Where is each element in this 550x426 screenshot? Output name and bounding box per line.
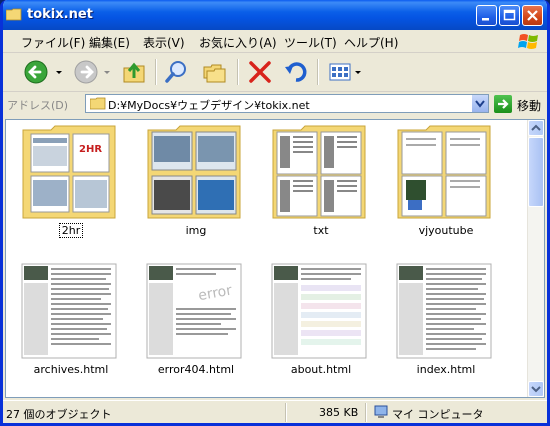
list-item[interactable]: index.html (391, 263, 501, 393)
item-label: archives.html (33, 363, 109, 376)
status-separator (365, 403, 367, 422)
address-input[interactable]: D:¥MyDocs¥ウェブデザイン¥tokix.net (85, 94, 489, 113)
maximize-icon (503, 9, 516, 21)
list-item[interactable]: about.html (266, 263, 376, 393)
forward-button[interactable] (73, 58, 113, 86)
my-computer-icon (374, 405, 388, 418)
status-bar: 27 個のオブジェクト 385 KB マイ コンピュータ (3, 400, 547, 423)
scroll-up-button[interactable] (528, 120, 544, 136)
menu-edit[interactable]: 編集(E) (89, 34, 130, 51)
views-icon[interactable] (327, 58, 365, 86)
menu-favorites[interactable]: お気に入り(A) (199, 34, 277, 51)
title-bar[interactable]: tokix.net (3, 0, 547, 30)
item-label: error404.html (157, 363, 235, 376)
html-thumbnail (21, 263, 117, 359)
chevron-up-icon (531, 124, 541, 131)
list-item[interactable]: error error404.html (141, 263, 251, 393)
item-label: index.html (416, 363, 476, 376)
search-icon[interactable] (163, 58, 191, 86)
menu-view[interactable]: 表示(V) (143, 34, 185, 51)
html-thumbnail (396, 263, 492, 359)
explorer-window: tokix.net ファイル(F) 編集(E) 表示(V) お気に入り(A) ツ… (0, 0, 550, 426)
svg-text:2HR: 2HR (79, 144, 102, 155)
scroll-thumb[interactable] (528, 137, 544, 207)
chevron-down-icon (531, 386, 541, 393)
undo-icon[interactable] (283, 58, 309, 86)
menu-file[interactable]: ファイル(F) (21, 34, 85, 51)
item-label: txt (313, 224, 329, 237)
toolbar-separator (317, 59, 319, 85)
minimize-icon (482, 18, 489, 21)
folder-icon (90, 97, 106, 110)
folder-icon (6, 8, 22, 21)
close-button[interactable] (522, 5, 543, 26)
chevron-down-icon (475, 100, 485, 108)
status-separator (285, 403, 287, 422)
up-folder-icon[interactable] (121, 58, 147, 86)
folder-thumbnail (272, 125, 366, 219)
list-item[interactable]: archives.html (16, 263, 126, 393)
delete-icon[interactable] (247, 58, 273, 86)
window-title: tokix.net (27, 7, 93, 22)
minimize-button[interactable] (476, 5, 497, 26)
windows-logo-icon (517, 32, 541, 52)
list-item[interactable]: img (141, 124, 251, 254)
address-dropdown-button[interactable] (471, 95, 488, 112)
back-button[interactable] (23, 58, 63, 86)
address-bar: アドレス(D) D:¥MyDocs¥ウェブデザイン¥tokix.net 移動 (3, 92, 547, 116)
folders-icon[interactable] (201, 58, 229, 86)
item-label: vjyoutube (418, 224, 474, 237)
location-label: マイ コンピュータ (392, 408, 484, 421)
file-view[interactable]: 2HR 2hr img txt vjyoutube archives.html … (5, 119, 545, 398)
list-item[interactable]: vjyoutube (391, 124, 501, 254)
list-item[interactable]: 2HR 2hr (16, 124, 126, 254)
object-count: 27 個のオブジェクト (6, 408, 112, 421)
menu-help[interactable]: ヘルプ(H) (344, 34, 398, 51)
html-thumbnail (271, 263, 367, 359)
html-thumbnail: error (146, 263, 242, 359)
vertical-scrollbar[interactable] (527, 120, 544, 397)
close-icon (527, 10, 538, 21)
item-label: 2hr (58, 223, 84, 238)
maximize-button[interactable] (499, 5, 520, 26)
toolbar-separator (237, 59, 239, 85)
scroll-down-button[interactable] (528, 381, 544, 397)
menu-tools[interactable]: ツール(T) (284, 34, 337, 51)
address-path: D:¥MyDocs¥ウェブデザイン¥tokix.net (108, 99, 310, 112)
item-label: about.html (290, 363, 352, 376)
go-label[interactable]: 移動 (517, 97, 541, 114)
menu-bar: ファイル(F) 編集(E) 表示(V) お気に入り(A) ツール(T) ヘルプ(… (3, 30, 547, 53)
go-button[interactable] (494, 95, 512, 113)
item-label: img (185, 224, 207, 237)
toolbar (3, 53, 547, 92)
total-size: 385 KB (319, 406, 359, 419)
folder-thumbnail (147, 125, 241, 219)
go-arrow-icon (498, 99, 509, 109)
address-label: アドレス(D) (7, 99, 69, 112)
list-item[interactable]: txt (266, 124, 376, 254)
toolbar-separator (155, 59, 157, 85)
folder-thumbnail (397, 125, 491, 219)
folder-thumbnail: 2HR (22, 125, 116, 219)
